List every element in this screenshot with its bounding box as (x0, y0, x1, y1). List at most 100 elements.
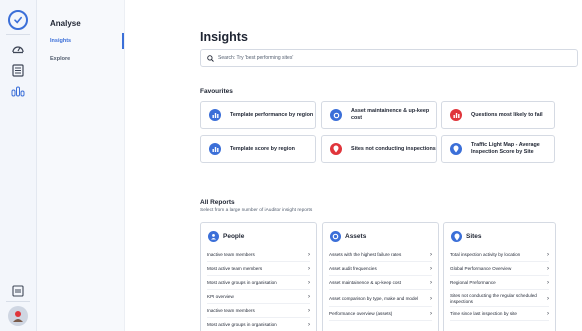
report-label: Asset maintainence & up-keep cost (329, 280, 402, 286)
favourite-label: Template score by region (230, 145, 295, 152)
all-reports-subtitle: Select from a large number of iAuditor i… (200, 208, 313, 213)
report-row[interactable]: Total inspection activity by location › (450, 249, 549, 262)
card-title: People (223, 233, 245, 240)
report-row[interactable]: Most active groups in organisation › (207, 277, 310, 290)
location-pin-icon (330, 143, 342, 155)
search-icon (207, 54, 214, 62)
chevron-right-icon: › (547, 295, 549, 302)
rail-divider (6, 301, 30, 302)
assets-report-card: Assets Assets with the highest failure r… (322, 222, 439, 331)
report-row[interactable]: Asset comparison by type, make and model… (329, 291, 432, 307)
favourite-label: Sites not conducting inspections (351, 145, 436, 152)
chevron-right-icon: › (308, 308, 310, 314)
avatar[interactable] (8, 306, 28, 326)
target-icon (330, 231, 341, 242)
chevron-right-icon: › (308, 294, 310, 300)
report-label: Asset audit frequencies (329, 266, 377, 272)
report-row[interactable]: Inactive team members › (207, 249, 310, 262)
apps-grid-icon[interactable] (9, 282, 27, 300)
favourite-label: Template performance by region (230, 111, 314, 118)
card-header: People (208, 231, 244, 242)
chevron-right-icon: › (547, 266, 549, 272)
favourite-label: Questions most likely to fail (471, 111, 543, 118)
main-content: Insights Search: Try 'best performing si… (125, 0, 582, 331)
favourite-card[interactable]: Sites not conducting inspections (321, 135, 437, 163)
report-row[interactable]: Inactive team members › (207, 305, 310, 318)
favourite-label: Traffic Light Map - Average Inspection S… (471, 142, 540, 155)
report-label: Regional Preformance (450, 280, 496, 286)
report-row[interactable]: Asset maintainence & up-keep cost › (329, 277, 432, 290)
report-row[interactable]: Assets with the highest failure rates › (329, 249, 432, 262)
chevron-right-icon: › (308, 280, 310, 286)
report-label: Global Performance Overview (450, 266, 512, 272)
chevron-right-icon: › (308, 252, 310, 258)
favourite-label: Asset maintainence & up-keep cost (351, 108, 430, 121)
chevron-right-icon: › (430, 280, 432, 286)
card-title: Sites (466, 233, 482, 240)
app-rail (0, 0, 37, 331)
report-label: Most active groups in organisation (207, 322, 277, 328)
chevron-right-icon: › (308, 266, 310, 272)
report-row[interactable]: Sites not conducting the regular schedul… (450, 291, 549, 307)
search-placeholder: Search: Try 'best performing sites' (218, 55, 294, 61)
bar-chart-icon (450, 109, 462, 121)
report-row[interactable]: Most active groups in organisation › (207, 319, 310, 331)
chevron-right-icon: › (430, 295, 432, 302)
report-label: Time since last inspection by site (450, 311, 517, 317)
chevron-right-icon: › (547, 280, 549, 286)
report-label: Inactive team members (207, 252, 255, 258)
card-header: Assets (330, 231, 366, 242)
report-row[interactable]: Most active team members › (207, 263, 310, 276)
favourite-card[interactable]: Traffic Light Map - Average Inspection S… (441, 135, 555, 163)
analytics-bars-icon[interactable] (9, 82, 27, 100)
sidebar-item-explore[interactable]: Explore (50, 56, 70, 62)
checklist-icon[interactable] (9, 61, 27, 79)
search-input[interactable]: Search: Try 'best performing sites' (200, 49, 578, 67)
chevron-right-icon: › (430, 311, 432, 317)
sidebar-title: Analyse (50, 19, 81, 28)
target-icon (330, 109, 342, 121)
chevron-right-icon: › (308, 322, 310, 328)
favourite-card[interactable]: Template score by region (200, 135, 316, 163)
favourite-card[interactable]: Asset maintainence & up-keep cost (321, 101, 437, 129)
location-pin-icon (450, 143, 462, 155)
report-row[interactable]: Asset audit frequencies › (329, 263, 432, 276)
report-label: Total inspection activity by location (450, 252, 521, 258)
report-row[interactable]: KPI overview › (207, 291, 310, 304)
page-title: Insights (200, 30, 248, 44)
report-label: Inactive team members (207, 308, 255, 314)
card-header: Sites (451, 231, 482, 242)
favourite-card[interactable]: Template performance by region (200, 101, 316, 129)
chevron-right-icon: › (430, 252, 432, 258)
chevron-right-icon: › (430, 266, 432, 272)
rail-divider (6, 34, 30, 35)
report-label: Performance overview (assets) (329, 311, 393, 317)
report-label: KPI overview (207, 294, 234, 300)
all-reports-title: All Reports (200, 199, 235, 206)
chevron-right-icon: › (547, 311, 549, 317)
report-row[interactable]: Global Performance Overview › (450, 263, 549, 276)
person-icon (208, 231, 219, 242)
favourite-card[interactable]: Questions most likely to fail (441, 101, 555, 129)
checkmark-logo-icon[interactable] (8, 10, 28, 30)
chevron-right-icon: › (547, 252, 549, 258)
sidebar-item-insights[interactable]: Insights (50, 38, 71, 44)
report-row[interactable]: Time since last inspection by site › (450, 308, 549, 321)
report-row[interactable]: Regional Preformance › (450, 277, 549, 290)
report-label: Assets with the highest failure rates (329, 252, 402, 258)
report-label: Most active team members (207, 266, 263, 272)
active-item-indicator (122, 33, 124, 49)
card-title: Assets (345, 233, 367, 240)
dashboard-gauge-icon[interactable] (9, 40, 27, 58)
report-label: Most active groups in organisation (207, 280, 277, 286)
report-row[interactable]: Performance overview (assets) › (329, 308, 432, 321)
report-label: Asset comparison by type, make and model (329, 295, 419, 301)
people-report-card: People Inactive team members › Most activ… (200, 222, 317, 331)
location-pin-icon (451, 231, 462, 242)
report-label: Sites not conducting the regular schedul… (450, 293, 537, 304)
bar-chart-icon (209, 109, 221, 121)
favourites-title: Favourites (200, 88, 233, 95)
analyse-sidebar: Analyse Insights Explore (37, 0, 125, 331)
bar-chart-icon (209, 143, 221, 155)
sites-report-card: Sites Total inspection activity by locat… (443, 222, 556, 331)
